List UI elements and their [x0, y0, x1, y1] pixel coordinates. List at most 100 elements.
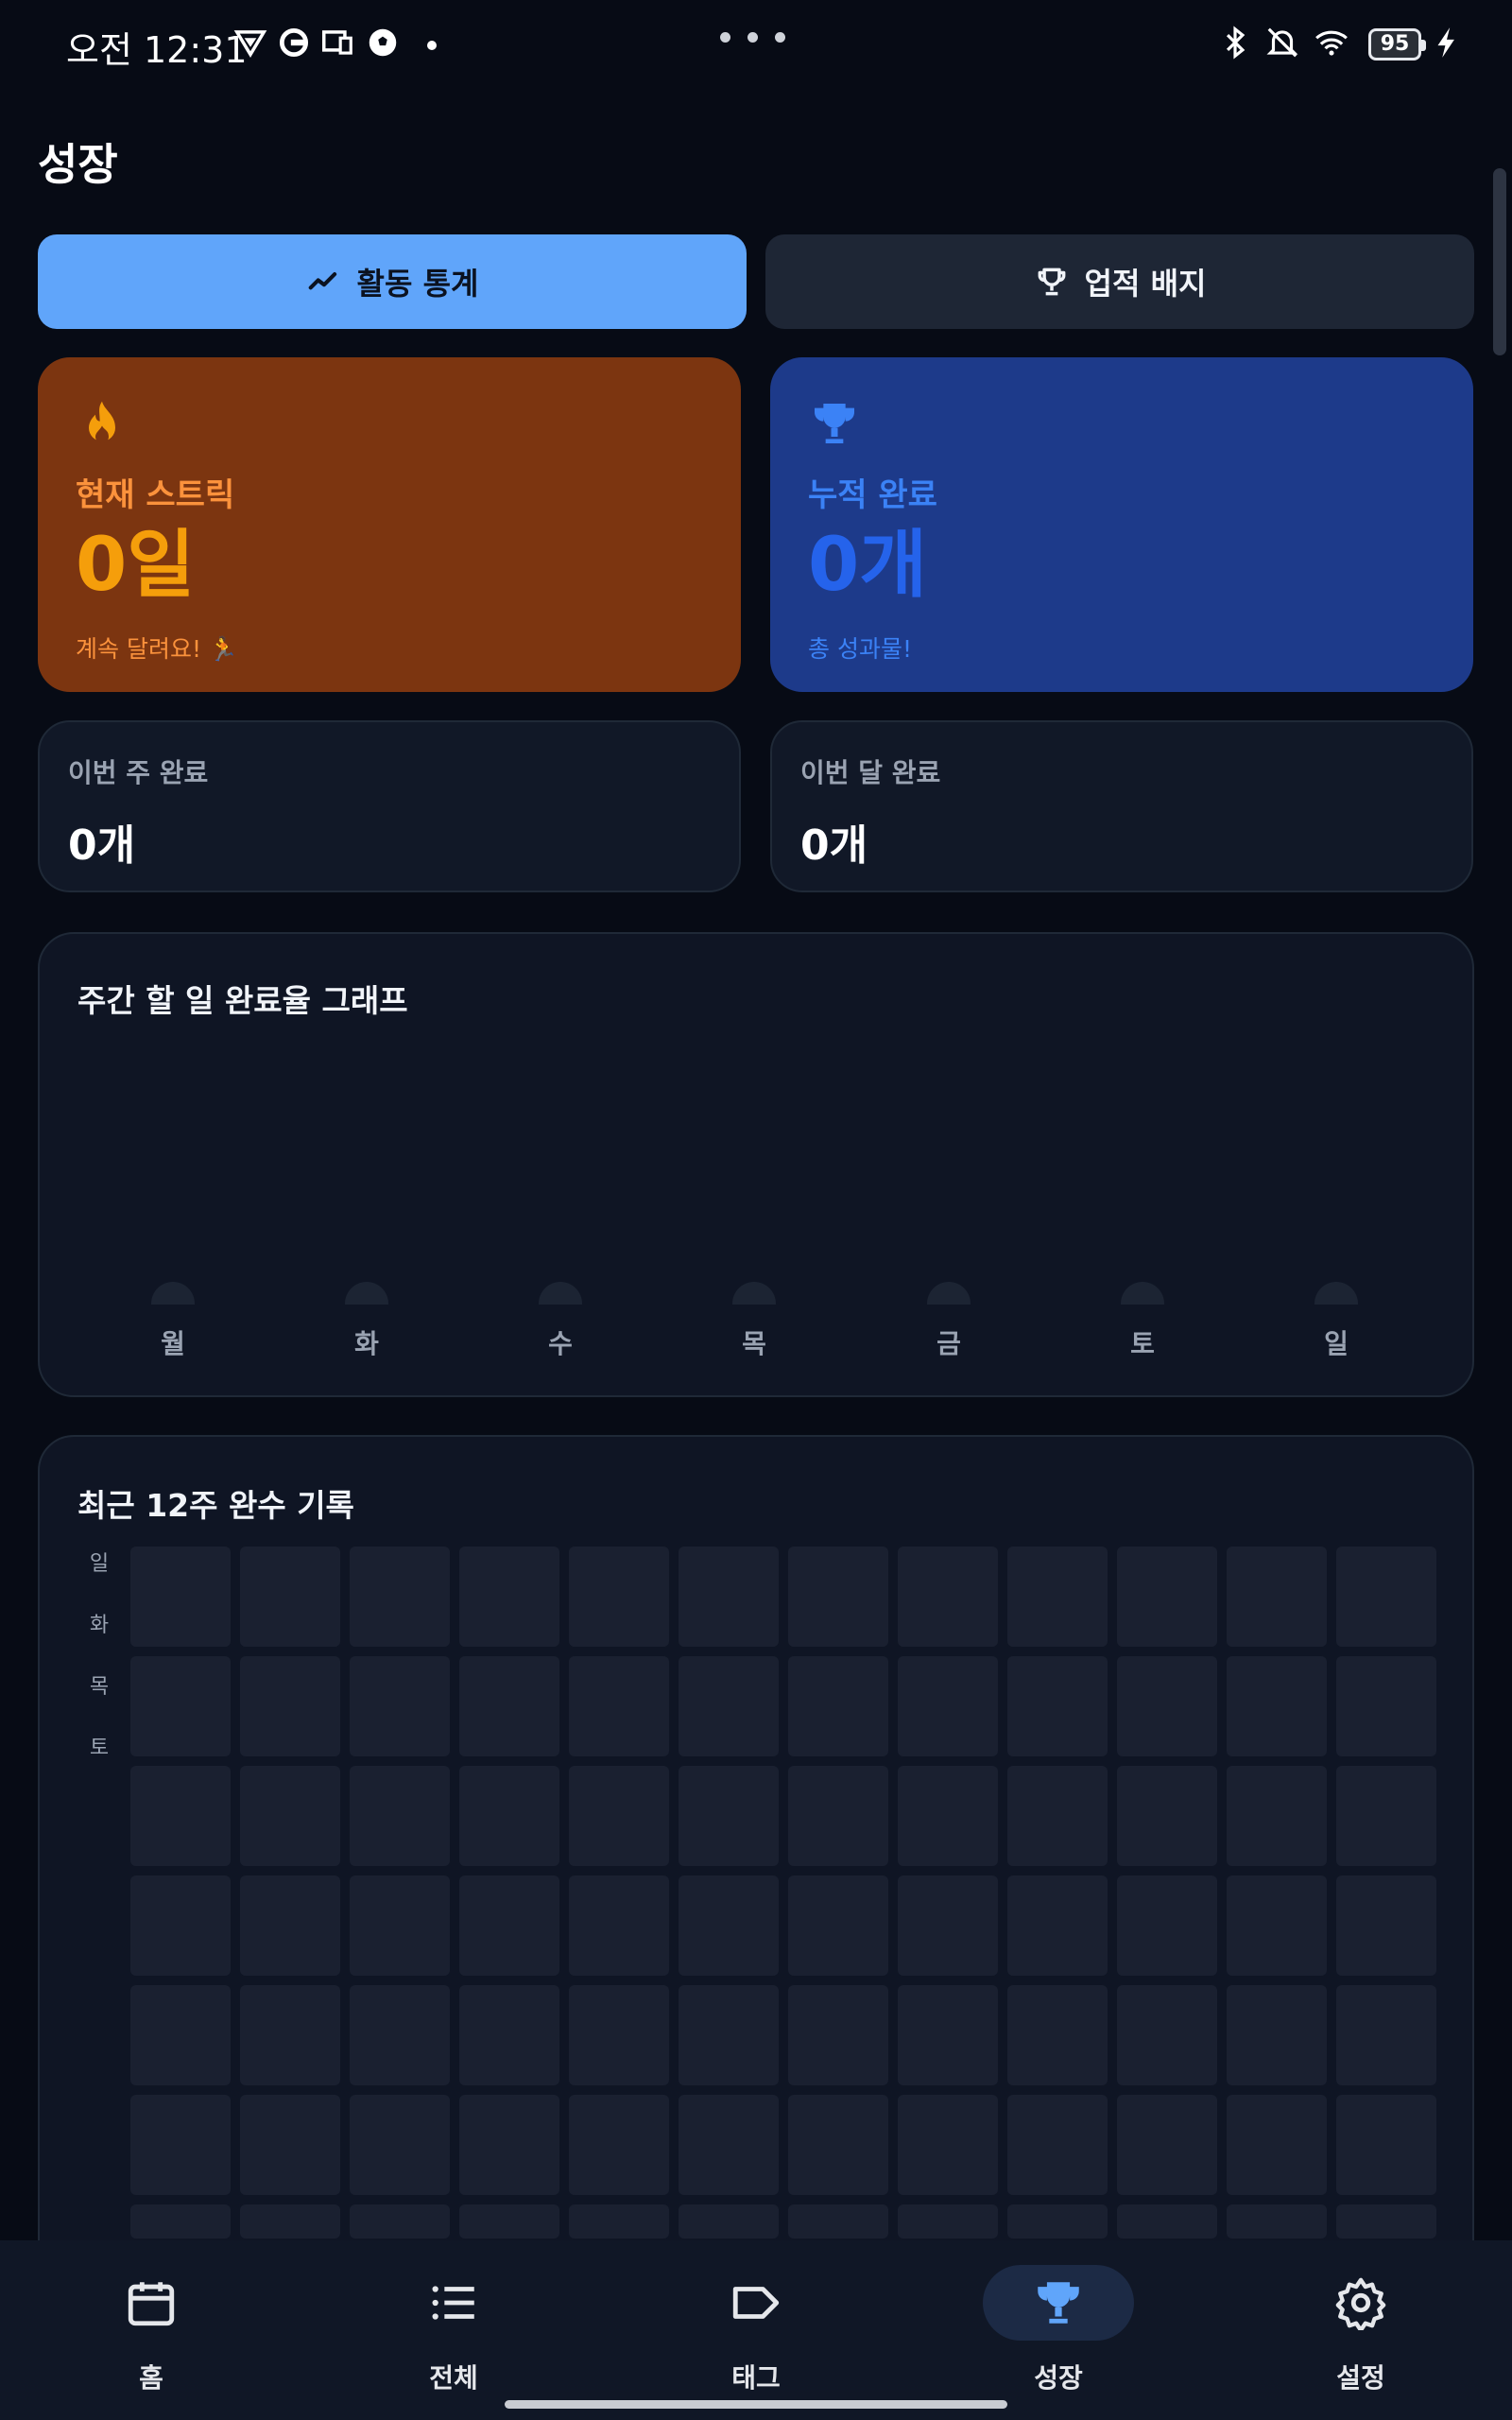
heatmap-cell: [569, 2204, 669, 2238]
list-icon: [432, 2286, 474, 2320]
heatmap-cell: [1336, 1547, 1436, 1647]
heatmap-cell: [898, 1876, 998, 1976]
heatmap-cell: [788, 1766, 888, 1866]
heatmap-cell: [350, 2095, 450, 2195]
bluetooth-icon: [1226, 26, 1246, 60]
heatmap-cell: [1007, 2095, 1108, 2195]
heatmap-cell: [1117, 1985, 1217, 2085]
weekly-day-label: 월: [161, 1328, 185, 1359]
heatmap-cell: [130, 2204, 231, 2238]
heatmap-cell: [130, 1656, 231, 1756]
nav-label: 설정: [1336, 2362, 1385, 2394]
nav-item-growth[interactable]: 성장: [907, 2240, 1210, 2420]
total-card: 누적 완료 0개 총 성과물!: [770, 357, 1473, 692]
heatmap-cell: [1007, 2204, 1108, 2238]
heatmap-cell: [788, 1985, 888, 2085]
nav-item-tags[interactable]: 태그: [605, 2240, 907, 2420]
heatmap-cell: [459, 2204, 559, 2238]
heatmap-cell: [569, 1876, 669, 1976]
heatmap-cell: [1227, 1656, 1327, 1756]
heatmap-cell: [1117, 1547, 1217, 1647]
weekly-day-label: 화: [354, 1328, 379, 1359]
heatmap-cell: [1007, 1876, 1108, 1976]
heatmap-cell: [130, 1876, 231, 1976]
more-dots-icon[interactable]: [720, 28, 802, 46]
heatmap-cell: [459, 1985, 559, 2085]
heatmap-cell: [240, 1985, 340, 2085]
heatmap-cell: [898, 1766, 998, 1866]
heatmap-cell: [679, 1985, 779, 2085]
heatmap-cell: [1227, 1985, 1327, 2085]
nav-item-all[interactable]: 전체: [302, 2240, 605, 2420]
soccer-icon: [369, 28, 397, 57]
heatmap-row-label: 토: [89, 1737, 110, 1760]
heatmap-cell: [679, 2204, 779, 2238]
streak-card: 현재 스트릭 0일 계속 달려요! 🏃: [38, 357, 741, 692]
heatmap-cell: [788, 1656, 888, 1756]
heatmap-cell: [1227, 2204, 1327, 2238]
heatmap-cell: [1227, 1876, 1327, 1976]
heatmap-cell: [788, 2204, 888, 2238]
heatmap-cell: [788, 2095, 888, 2195]
charging-icon: [1437, 27, 1454, 58]
heatmap-cell: [1007, 1547, 1108, 1647]
heatmap-cell: [569, 1656, 669, 1756]
heatmap-cell: [788, 1876, 888, 1976]
week-card: 이번 주 완료 0개: [38, 720, 741, 892]
heatmap-cell: [1227, 1547, 1327, 1647]
nav-item-settings[interactable]: 설정: [1210, 2240, 1512, 2420]
week-label: 이번 주 완료: [68, 757, 209, 788]
trophy-icon: [815, 404, 854, 443]
heatmap-cell: [1336, 2204, 1436, 2238]
weekly-day-label: 목: [742, 1328, 766, 1359]
nav-label: 태그: [731, 2362, 781, 2394]
month-value: 0개: [800, 821, 868, 870]
home-indicator[interactable]: [505, 2400, 1007, 2409]
nav-label: 성장: [1034, 2362, 1083, 2394]
heatmap-cell: [1117, 2204, 1217, 2238]
heatmap-cell: [350, 2204, 450, 2238]
page-title: 성장: [38, 139, 118, 190]
heatmap-cell: [240, 1547, 340, 1647]
heatmap-cell: [350, 1547, 450, 1647]
heatmap-title: 최근 12주 완수 기록: [77, 1487, 354, 1524]
heatmap-cell: [130, 2095, 231, 2195]
heatmap-cell: [1227, 2095, 1327, 2195]
trophy-icon: [1038, 2282, 1079, 2324]
nav-item-home[interactable]: 홈: [0, 2240, 302, 2420]
heatmap-cell: [459, 1766, 559, 1866]
heatmap-cell: [240, 2204, 340, 2238]
heatmap-cell: [459, 1876, 559, 1976]
scrollbar[interactable]: [1493, 168, 1506, 355]
heatmap-cell: [679, 1766, 779, 1866]
heatmap-row-label: 목: [89, 1675, 110, 1699]
heatmap-cell: [1227, 1766, 1327, 1866]
heatmap-cell: [1336, 1985, 1436, 2085]
heatmap-cell: [240, 1656, 340, 1756]
heatmap-cell: [350, 1985, 450, 2085]
heatmap-cell: [350, 1766, 450, 1866]
weekly-day-label: 수: [548, 1328, 573, 1359]
heatmap-cell: [459, 1547, 559, 1647]
tab-label: 활동 통계: [356, 266, 479, 302]
heatmap-cell: [1117, 1876, 1217, 1976]
mute-icon: [1266, 27, 1298, 58]
tab-achievement-badges[interactable]: 업적 배지: [765, 234, 1474, 329]
week-value: 0개: [68, 821, 136, 870]
heatmap-cell: [1336, 2095, 1436, 2195]
heatmap-cell: [240, 1766, 340, 1866]
heatmap-cell: [240, 2095, 340, 2195]
heatmap-cell: [898, 1656, 998, 1756]
nav-label: 전체: [429, 2362, 478, 2394]
wifi-icon: [1315, 30, 1348, 56]
heatmap-cell: [569, 1547, 669, 1647]
heatmap-cell: [130, 1766, 231, 1866]
heatmap-cell: [1336, 1766, 1436, 1866]
battery-icon: 95: [1368, 28, 1426, 60]
tab-activity-stats[interactable]: 활동 통계: [38, 234, 747, 329]
heatmap-cell: [130, 1985, 231, 2085]
streak-value: 0일: [76, 523, 196, 608]
heatmap-cell: [350, 1876, 450, 1976]
heatmap-cell: [1007, 1656, 1108, 1756]
total-sub: 총 성과물!: [808, 635, 912, 663]
